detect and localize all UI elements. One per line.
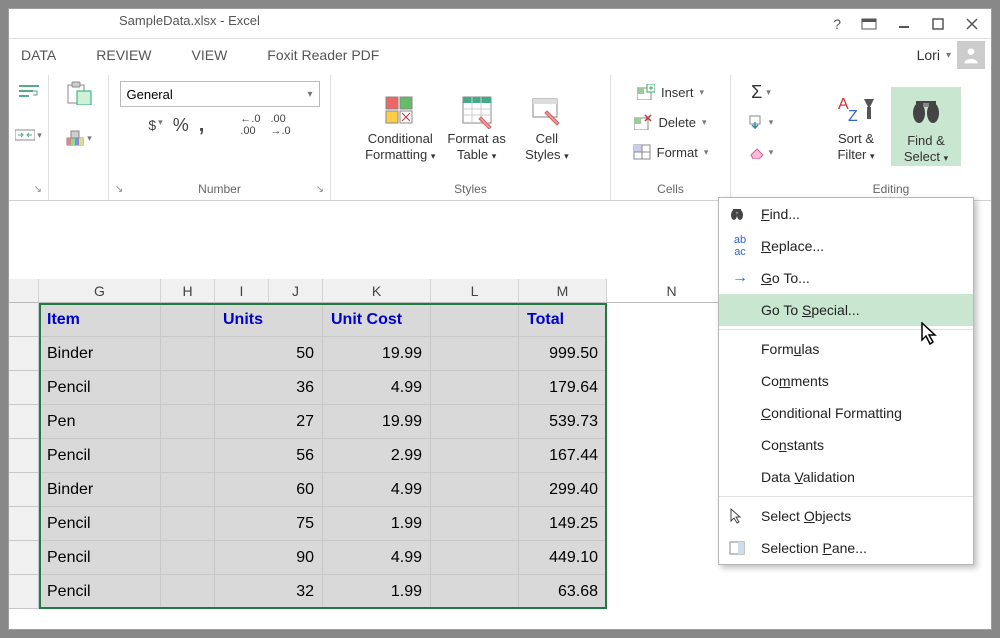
menu-replace[interactable]: abacReplace... bbox=[719, 230, 973, 262]
accounting-format-button[interactable]: $▾ bbox=[148, 117, 162, 133]
replace-icon: abac bbox=[729, 234, 751, 258]
autosum-button[interactable]: Σ▾ bbox=[751, 79, 771, 105]
ribbon-display-icon[interactable] bbox=[857, 18, 881, 30]
help-icon[interactable]: ? bbox=[829, 16, 845, 32]
window-controls: ? bbox=[829, 9, 991, 39]
menu-selection-pane[interactable]: Selection Pane... bbox=[719, 532, 973, 564]
col-header-h[interactable]: H bbox=[161, 279, 215, 303]
number-format-select[interactable]: General ▾ bbox=[120, 81, 320, 107]
column-headers: G H I J K L M N bbox=[9, 279, 737, 303]
comma-format-button[interactable]: , bbox=[199, 114, 205, 137]
arrow-right-icon: → bbox=[729, 269, 751, 287]
format-as-table-button[interactable]: Format asTable ▾ bbox=[441, 89, 512, 164]
format-cells-button[interactable]: Format▾ bbox=[633, 139, 709, 165]
group-label: Cells bbox=[657, 182, 684, 196]
dialog-launcher-icon[interactable]: ↘ bbox=[115, 184, 123, 195]
dialog-launcher-icon[interactable]: ↘ bbox=[316, 184, 324, 195]
col-header-k[interactable]: K bbox=[323, 279, 431, 303]
group-leftover: ▾ ↘ bbox=[9, 75, 49, 200]
table-row: Pencil321.9963.68 bbox=[9, 575, 607, 609]
group-clipboard-frag: ▾ bbox=[49, 75, 109, 200]
paste-icon[interactable] bbox=[65, 81, 93, 105]
binoculars-icon bbox=[729, 207, 751, 221]
col-header-j[interactable]: J bbox=[269, 279, 323, 303]
menu-find[interactable]: Find... bbox=[719, 198, 973, 230]
wrap-text-icon[interactable] bbox=[19, 83, 39, 99]
format-painter-icon[interactable]: ▾ bbox=[65, 129, 92, 147]
table-row: Pencil364.99179.64 bbox=[9, 371, 607, 405]
cursor-icon bbox=[729, 508, 751, 524]
chevron-down-icon: ▾ bbox=[307, 89, 312, 100]
user-account[interactable]: Lori ▾ bbox=[917, 39, 985, 71]
insert-cells-button[interactable]: Insert▾ bbox=[637, 79, 704, 105]
menu-formulas[interactable]: Formulas bbox=[719, 333, 973, 365]
table-row: Binder604.99299.40 bbox=[9, 473, 607, 507]
find-select-button[interactable]: Find &Select ▾ bbox=[891, 87, 961, 166]
pane-icon bbox=[729, 541, 751, 555]
sort-filter-button[interactable]: AZ Sort &Filter ▾ bbox=[821, 89, 891, 164]
col-header-i[interactable]: I bbox=[215, 279, 269, 303]
clear-button[interactable]: ▾ bbox=[749, 139, 774, 165]
tab-data[interactable]: DATA bbox=[21, 47, 56, 63]
group-label: Editing bbox=[873, 182, 910, 196]
table-header-row: Item Units Unit Cost Total bbox=[9, 303, 607, 337]
cell-styles-button[interactable]: CellStyles ▾ bbox=[512, 89, 582, 164]
header-units[interactable]: Units bbox=[215, 303, 323, 337]
group-editing-left: Σ▾ ▾ ▾ bbox=[731, 75, 791, 200]
tab-view[interactable]: VIEW bbox=[192, 47, 228, 63]
menu-data-validation[interactable]: Data Validation bbox=[719, 461, 973, 493]
header-unit-cost[interactable]: Unit Cost bbox=[323, 303, 431, 337]
maximize-icon[interactable] bbox=[927, 17, 949, 31]
menu-select-objects[interactable]: Select Objects bbox=[719, 500, 973, 532]
group-number: General ▾ $▾ % , ←.0.00 .00→.0 ↘ Number ↘ bbox=[109, 75, 331, 200]
col-header-m[interactable]: M bbox=[519, 279, 607, 303]
find-select-menu: Find... abacReplace... →Go To... Go To S… bbox=[718, 197, 974, 565]
tab-review[interactable]: REVIEW bbox=[96, 47, 151, 63]
group-label: Number bbox=[198, 182, 241, 196]
conditional-formatting-button[interactable]: ConditionalFormatting ▾ bbox=[359, 89, 441, 164]
ribbon: ▾ ↘ ▾ General ▾ $▾ % , bbox=[9, 71, 991, 201]
tab-foxit[interactable]: Foxit Reader PDF bbox=[267, 47, 379, 63]
number-format-value: General bbox=[127, 87, 173, 102]
window-title: SampleData.xlsx - Excel bbox=[119, 13, 260, 28]
percent-format-button[interactable]: % bbox=[173, 115, 189, 136]
table-row: Pen2719.99539.73 bbox=[9, 405, 607, 439]
ribbon-tabs: DATA REVIEW VIEW Foxit Reader PDF Lori ▾ bbox=[9, 39, 991, 71]
user-name: Lori bbox=[917, 47, 940, 63]
close-icon[interactable] bbox=[961, 17, 983, 31]
decrease-decimal-button[interactable]: .00→.0 bbox=[270, 113, 290, 137]
title-bar: SampleData.xlsx - Excel ? bbox=[9, 9, 991, 39]
fill-button[interactable]: ▾ bbox=[749, 109, 774, 135]
table-row: Pencil751.99149.25 bbox=[9, 507, 607, 541]
menu-comments[interactable]: Comments bbox=[719, 365, 973, 397]
group-cells: Insert▾ Delete▾ Format▾ Cells bbox=[611, 75, 731, 200]
header-item[interactable]: Item bbox=[39, 303, 161, 337]
group-styles: ConditionalFormatting ▾ Format asTable ▾… bbox=[331, 75, 611, 200]
header-total[interactable]: Total bbox=[519, 303, 607, 337]
table-row: Pencil904.99449.10 bbox=[9, 541, 607, 575]
avatar-icon bbox=[957, 41, 985, 69]
menu-conditional-formatting[interactable]: Conditional Formatting bbox=[719, 397, 973, 429]
dialog-launcher-icon[interactable]: ↘ bbox=[34, 184, 42, 195]
group-editing: AZ Sort &Filter ▾ Find &Select ▾ Editing bbox=[791, 75, 991, 200]
merge-center-icon[interactable]: ▾ bbox=[15, 127, 42, 143]
table-row: Binder5019.99999.50 bbox=[9, 337, 607, 371]
increase-decimal-button[interactable]: ←.0.00 bbox=[240, 113, 260, 137]
col-header-l[interactable]: L bbox=[431, 279, 519, 303]
menu-constants[interactable]: Constants bbox=[719, 429, 973, 461]
group-label: Styles bbox=[454, 182, 487, 196]
minimize-icon[interactable] bbox=[893, 17, 915, 31]
col-header-g[interactable]: G bbox=[39, 279, 161, 303]
table-row: Pencil562.99167.44 bbox=[9, 439, 607, 473]
menu-goto[interactable]: →Go To... bbox=[719, 262, 973, 294]
data-grid: Item Units Unit Cost Total Binder5019.99… bbox=[9, 303, 607, 609]
svg-text:Z: Z bbox=[848, 108, 858, 125]
delete-cells-button[interactable]: Delete▾ bbox=[634, 109, 706, 135]
menu-goto-special[interactable]: Go To Special... bbox=[719, 294, 973, 326]
